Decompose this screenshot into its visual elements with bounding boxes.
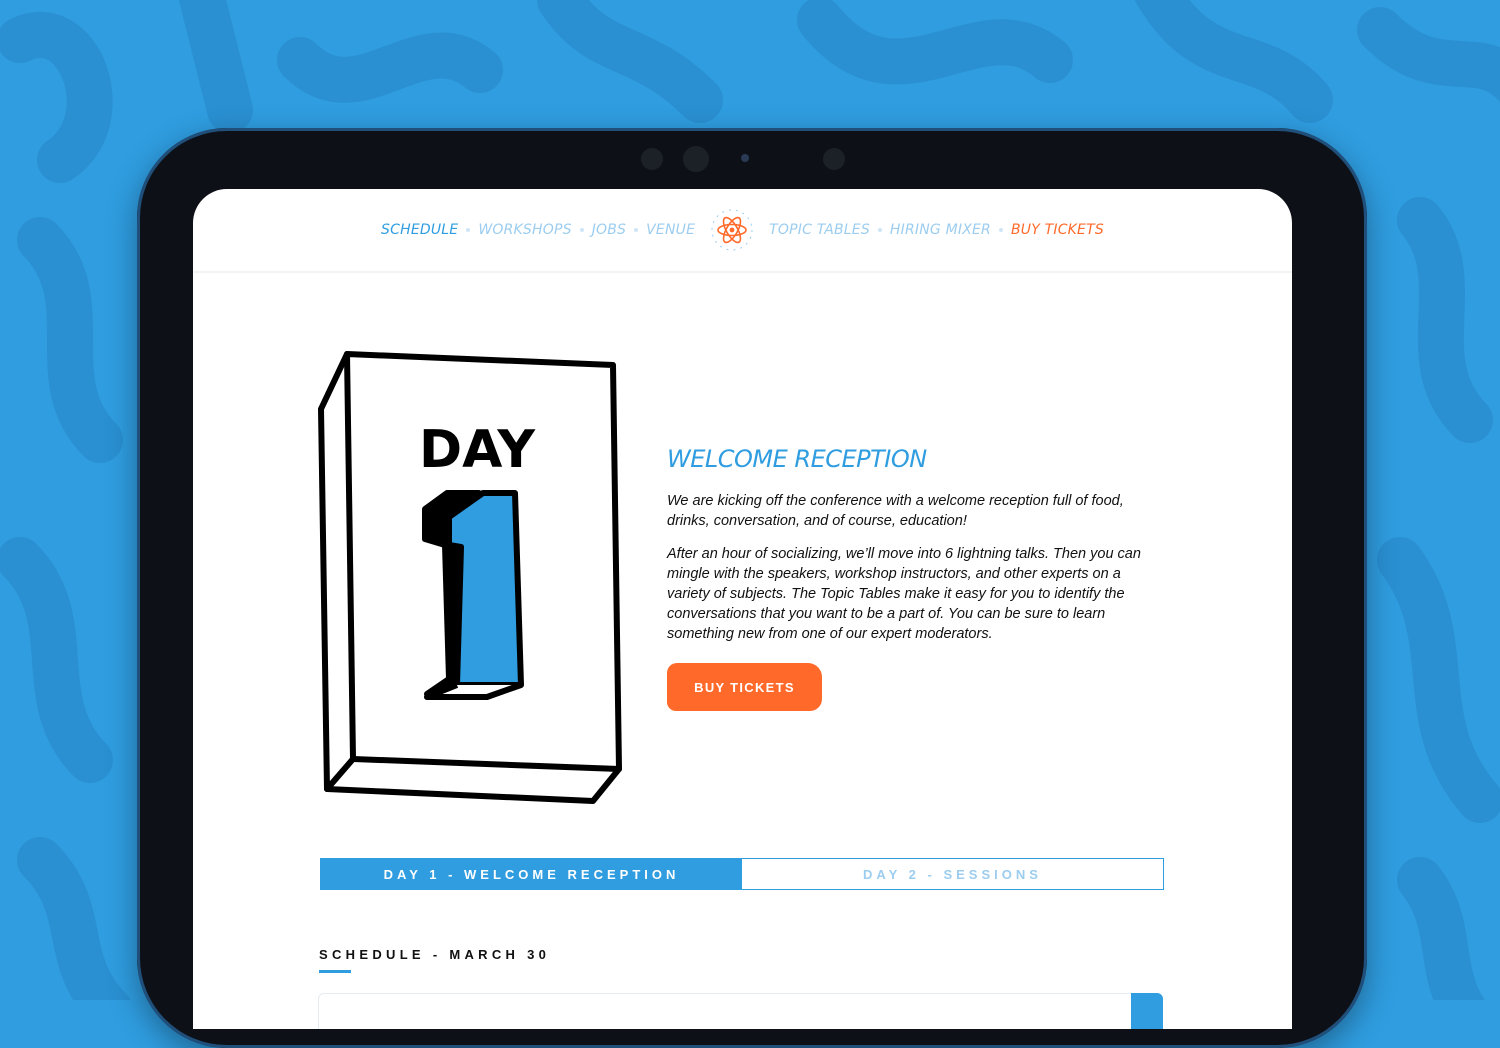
calendar-day-number: 1 — [317, 349, 318, 350]
nav-buy-tickets[interactable]: Buy Tickets — [1011, 222, 1104, 238]
website-screen: Schedule Workshops Jobs Venue Topic Tabl… — [193, 189, 1292, 1029]
nav-separator — [634, 228, 639, 232]
hero-content: WELCOME RECEPTION We are kicking off the… — [667, 445, 1167, 711]
schedule-item-card[interactable] — [318, 993, 1163, 1029]
camera-right — [823, 148, 845, 170]
tab-day-1[interactable]: DAY 1 - WELCOME RECEPTION — [321, 859, 742, 889]
nav-jobs[interactable]: Jobs — [592, 222, 626, 238]
camera-main — [683, 146, 709, 172]
nav-separator — [877, 228, 882, 232]
section-heading: WELCOME RECEPTION — [667, 445, 927, 473]
intro-paragraph: We are kicking off the conference with a… — [667, 493, 1124, 529]
nav-separator — [466, 228, 471, 232]
calendar-day-label: DAY — [419, 420, 536, 480]
nav-separator — [998, 228, 1003, 232]
schedule-title-underline — [319, 970, 351, 973]
day-one-calendar-illustration: DAY 1 — [317, 349, 622, 804]
nav-topic-tables[interactable]: Topic Tables — [769, 222, 870, 238]
nav-workshops[interactable]: Workshops — [478, 222, 571, 238]
nav-hiring-mixer[interactable]: Hiring Mixer — [890, 222, 991, 238]
schedule-item-accent — [1131, 993, 1163, 1029]
tab-day-2[interactable]: DAY 2 - SESSIONS — [742, 859, 1163, 889]
buy-tickets-button[interactable]: BUY TICKETS — [667, 663, 822, 711]
camera-left — [641, 148, 663, 170]
details-paragraph: After an hour of socializing, we’ll move… — [667, 546, 1141, 642]
nav-venue[interactable]: Venue — [646, 222, 695, 238]
nav-separator — [579, 228, 584, 232]
top-navigation: Schedule Workshops Jobs Venue Topic Tabl… — [193, 189, 1292, 273]
react-atom-logo-icon[interactable] — [709, 207, 755, 253]
day-tabs: DAY 1 - WELCOME RECEPTION DAY 2 - SESSIO… — [320, 858, 1164, 890]
camera-sensor — [741, 154, 749, 162]
schedule-title: SCHEDULE - MARCH 30 — [319, 947, 551, 962]
nav-schedule[interactable]: Schedule — [381, 222, 458, 238]
